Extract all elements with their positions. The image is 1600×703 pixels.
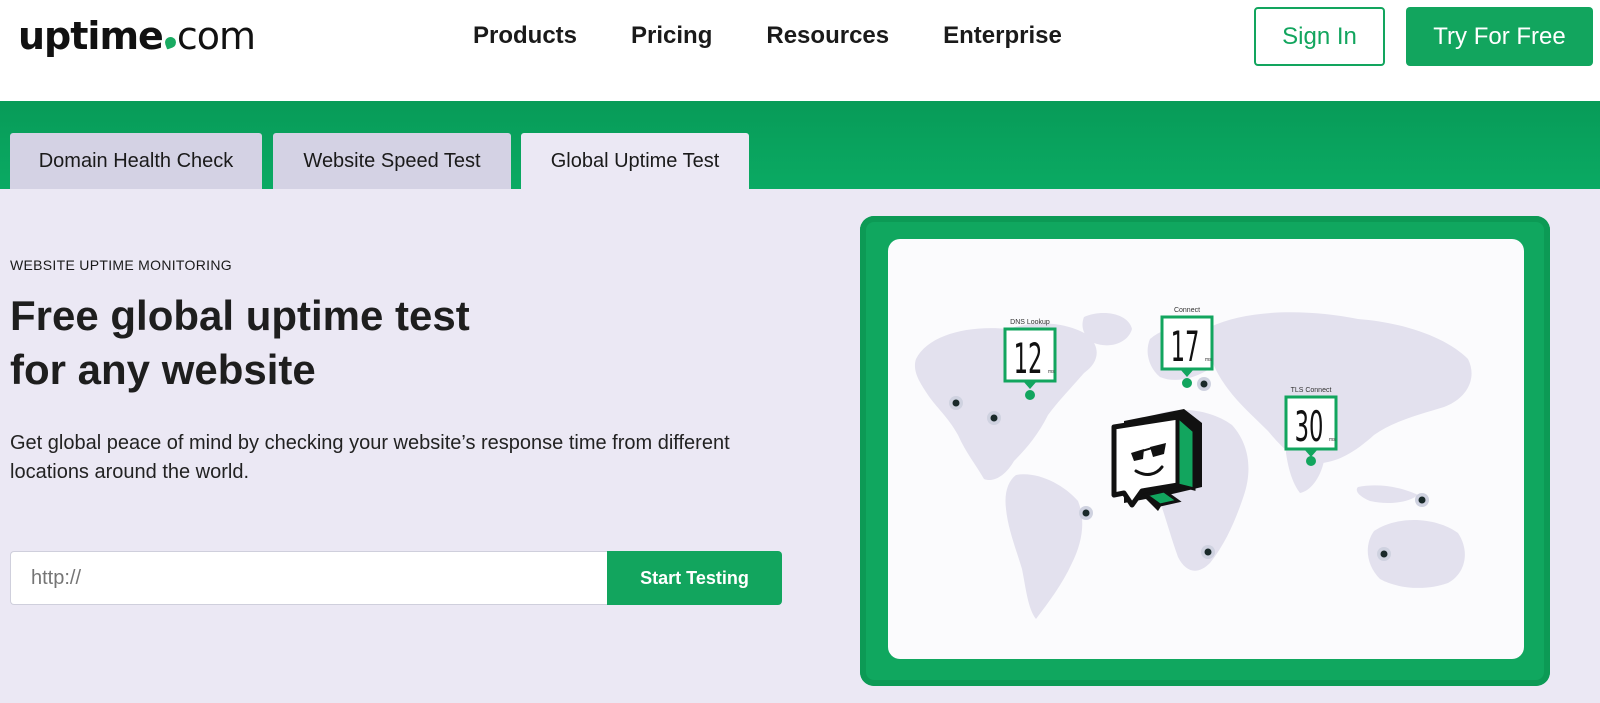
hero-headline-line-2: for any website bbox=[10, 346, 316, 393]
asia-shape bbox=[1208, 312, 1472, 464]
metric-badge-connect: Connect 17 ms bbox=[1160, 307, 1214, 377]
uptime-logo[interactable]: uptime com bbox=[18, 10, 256, 62]
metric-value-dns: 12 bbox=[1014, 335, 1043, 384]
hero-description: Get global peace of mind by checking you… bbox=[10, 432, 730, 483]
metric-label-connect: Connect bbox=[1174, 307, 1200, 314]
nav-resources[interactable]: Resources bbox=[766, 18, 889, 54]
logo-tld: com bbox=[176, 14, 256, 58]
nav-pricing[interactable]: Pricing bbox=[631, 18, 712, 54]
tab-website-speed-test[interactable]: Website Speed Test bbox=[273, 133, 511, 189]
nav-products[interactable]: Products bbox=[473, 18, 577, 54]
logo-brand: uptime bbox=[18, 14, 164, 58]
tab-global-uptime-test[interactable]: Global Uptime Test bbox=[521, 133, 749, 189]
world-map-svg: DNS Lookup 12 ms Connect 17 ms TLS Conne… bbox=[914, 307, 1472, 619]
main-nav: Products Pricing Resources Enterprise bbox=[473, 18, 1116, 54]
try-for-free-button[interactable]: Try For Free bbox=[1406, 7, 1593, 66]
site-header: uptime com Products Pricing Resources Ent… bbox=[0, 0, 1600, 100]
hero-eyebrow: WEBSITE UPTIME MONITORING bbox=[10, 257, 232, 273]
south-america-shape bbox=[1005, 474, 1083, 619]
metric-label-tls: TLS Connect bbox=[1291, 387, 1332, 394]
metric-label-dns: DNS Lookup bbox=[1010, 319, 1050, 326]
logo-dot-icon bbox=[163, 35, 178, 50]
metric-unit-connect: ms bbox=[1205, 357, 1212, 363]
metric-unit-dns: ms bbox=[1048, 369, 1055, 375]
world-map-illustration: DNS Lookup 12 ms Connect 17 ms TLS Conne… bbox=[888, 239, 1524, 659]
metric-badge-dns-lookup: DNS Lookup 12 ms bbox=[1003, 319, 1057, 389]
metric-value-connect: 17 bbox=[1171, 323, 1200, 372]
metric-badge-tls-connect: TLS Connect 30 ms bbox=[1284, 387, 1338, 457]
start-testing-button[interactable]: Start Testing bbox=[607, 551, 782, 605]
metric-unit-tls: ms bbox=[1329, 437, 1336, 443]
tab-domain-health-check[interactable]: Domain Health Check bbox=[10, 133, 262, 189]
hero-section: WEBSITE UPTIME MONITORING Free global up… bbox=[0, 189, 1600, 703]
hero-headline-line-1: Free global uptime test bbox=[10, 292, 470, 339]
nav-enterprise[interactable]: Enterprise bbox=[943, 18, 1062, 54]
metric-value-tls: 30 bbox=[1295, 403, 1324, 452]
hero-headline: Free global uptime test for any website bbox=[10, 289, 610, 397]
url-input[interactable] bbox=[10, 551, 608, 605]
sign-in-button[interactable]: Sign In bbox=[1254, 7, 1385, 66]
indonesia-shape bbox=[1356, 485, 1418, 503]
